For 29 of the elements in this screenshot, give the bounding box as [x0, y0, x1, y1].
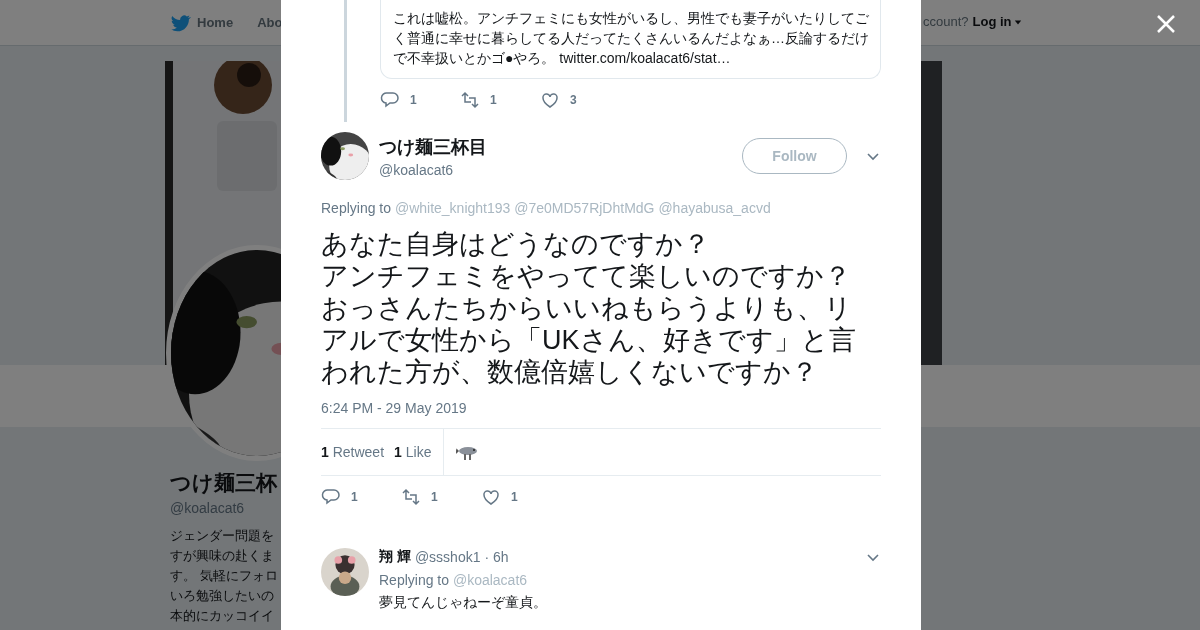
- like-button[interactable]: 1: [481, 487, 561, 507]
- bio-text: ジェンダー問題を: [170, 527, 274, 545]
- profile-name: つけ麺三杯: [170, 470, 277, 496]
- tweet-time: · 6h: [484, 549, 509, 565]
- user-handle: @ssshok1: [414, 549, 481, 565]
- tweet-timestamp: 6:24 PM - 29 May 2019: [321, 400, 468, 416]
- close-icon[interactable]: [1156, 14, 1176, 34]
- replying-to-text: Replying to @koalacat6: [379, 572, 529, 588]
- bio-text: すが興味の赴くま: [170, 547, 274, 565]
- nav-link[interactable]: Home: [171, 13, 234, 32]
- like-count[interactable]: 1 Like: [394, 444, 432, 460]
- bio-text: いろ勉強したいの: [170, 587, 274, 605]
- quoted-tweet[interactable]: これは嘘松。アンチフェミにも女性がいるし、男性でも妻子がいたりしてご く普通に幸せに暮らしてる人だってたくさんいるんだよなぁ…反論するだけ で不幸扱いとかゴ●やろ。 twitter.com/koalacat6/stat…: [380, 0, 881, 79]
- login-link[interactable]: Log in: [972, 14, 1022, 29]
- bio-text: す。 気軽にフォロ: [170, 567, 278, 585]
- account-prompt: ccount?: [923, 14, 969, 29]
- reply-text: 夢見てんじゃねーぞ童貞。: [379, 594, 548, 612]
- bio-text: 本的にカッコイイ: [170, 607, 274, 625]
- retweet-icon: [401, 487, 421, 507]
- profile-handle: @koalacat6: [170, 500, 245, 516]
- caret-icon: [1013, 17, 1022, 26]
- bird-icon: [171, 13, 191, 32]
- heart-icon: [481, 487, 501, 507]
- reply-button[interactable]: 1: [321, 487, 401, 507]
- retweet-count[interactable]: 1 Retweet: [321, 444, 385, 460]
- reply-icon: [321, 487, 341, 507]
- nav-link[interactable]: Abo: [257, 15, 283, 30]
- retweet-button[interactable]: 1: [401, 487, 481, 507]
- user-name: 翔 輝: [379, 548, 411, 566]
